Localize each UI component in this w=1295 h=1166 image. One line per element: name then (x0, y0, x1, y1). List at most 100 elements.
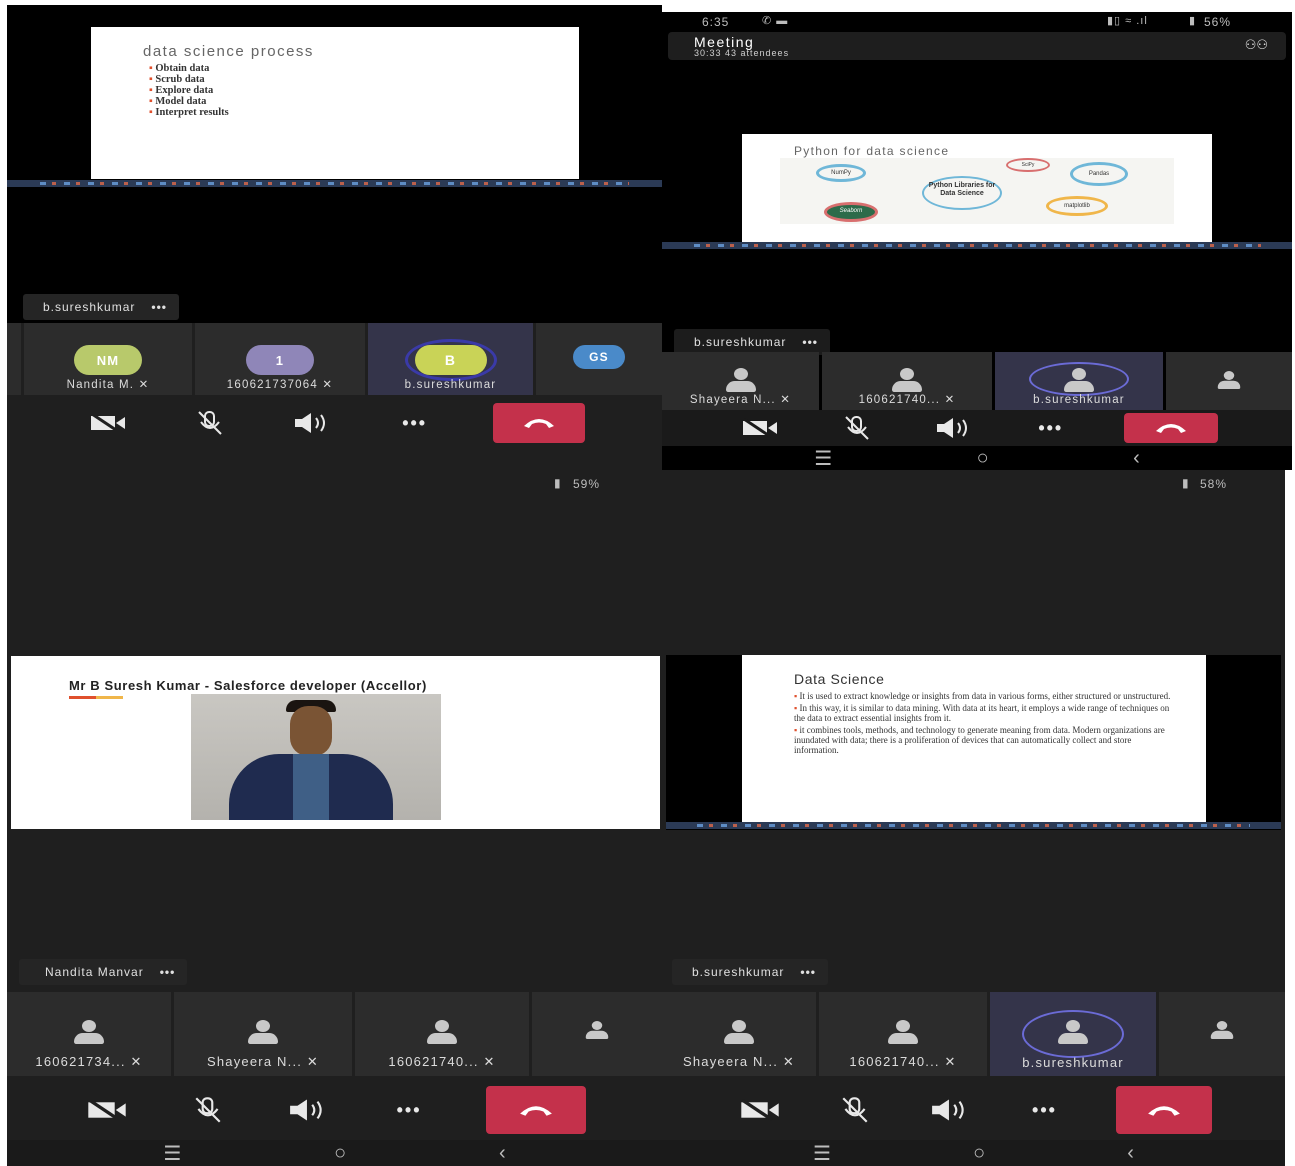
participant-tile[interactable]: 160621740... ✕ (819, 992, 987, 1076)
hangup-button[interactable] (1123, 413, 1218, 443)
back-icon[interactable]: ‹ (499, 1142, 506, 1165)
more-options-icon[interactable]: ••• (160, 965, 176, 979)
meeting-screenshot-2: 6:35 ✆ ▬ ▮▯ ≈ .ıl ▮ 56% Meeting 30:33 43… (662, 12, 1292, 470)
windows-taskbar (666, 822, 1281, 829)
windows-taskbar (7, 180, 662, 187)
mic-off-icon: ✕ (138, 379, 150, 391)
bullet-item: ▪ It is used to extract knowledge or ins… (794, 691, 1171, 701)
lib-node: matplotlib (1046, 196, 1108, 216)
participant-strip: Shayeera N... ✕ 160621740... ✕ b.sureshk… (662, 352, 1292, 410)
home-icon[interactable]: ○ (973, 1142, 985, 1165)
speaker-name-pill[interactable]: b.sureshkumar ••• (672, 959, 828, 985)
hangup-button[interactable] (492, 403, 585, 443)
windows-taskbar (662, 242, 1292, 249)
recents-icon[interactable]: ☰ (163, 1141, 181, 1166)
mic-off-icon[interactable] (184, 1095, 232, 1125)
hangup-button[interactable] (485, 1086, 586, 1134)
speaker-icon[interactable] (930, 413, 978, 443)
more-options-icon[interactable]: ••• (151, 300, 167, 314)
mic-off-icon: ✕ (483, 1054, 496, 1069)
slide-title: Python for data science (794, 144, 950, 158)
call-controls: ••• (662, 1080, 1285, 1140)
speaker-name-pill[interactable]: b.sureshkumar ••• (23, 294, 179, 320)
mic-off-icon: ✕ (130, 1054, 143, 1069)
mic-off-icon: ✕ (782, 1054, 795, 1069)
more-options-icon[interactable]: ••• (802, 335, 818, 349)
shared-screen: data science process ▪ Obtain data ▪ Scr… (7, 5, 662, 187)
person-icon (245, 1020, 281, 1044)
status-time: 6:35 (702, 15, 730, 29)
slide-title: Data Science (794, 671, 885, 687)
battery-icon: ▮ (1182, 476, 1190, 490)
camera-off-icon[interactable] (84, 408, 132, 438)
speaker-name-pill[interactable]: Nandita Manvar ••• (19, 959, 188, 985)
person-icon (584, 1021, 611, 1039)
mic-off-icon[interactable] (186, 408, 234, 438)
participant-tile[interactable]: GS (536, 323, 662, 395)
home-icon[interactable]: ○ (977, 447, 989, 470)
mic-off-icon: ✕ (780, 394, 792, 406)
person-icon (71, 1020, 107, 1044)
person-icon (723, 368, 759, 392)
presentation-slide: data science process ▪ Obtain data ▪ Scr… (91, 27, 579, 179)
participant-tile-active[interactable]: b.sureshkumar (995, 352, 1163, 410)
person-icon (885, 1020, 921, 1044)
more-options-icon[interactable]: ••• (385, 1095, 433, 1125)
participant-tile-active[interactable]: B b.sureshkumar (368, 323, 533, 395)
more-options-icon[interactable]: ••• (800, 965, 816, 979)
participant-name: Shayeera N... ✕ (207, 1054, 319, 1069)
back-icon[interactable]: ‹ (1133, 447, 1140, 470)
hangup-button[interactable] (1115, 1086, 1212, 1134)
speaker-name: b.sureshkumar (692, 965, 785, 979)
speaker-icon[interactable] (926, 1095, 974, 1125)
participant-tile[interactable] (1166, 352, 1292, 410)
participant-tile-active[interactable]: b.sureshkumar (990, 992, 1156, 1076)
call-controls: ••• (7, 401, 662, 445)
avatar: 1 (246, 345, 314, 375)
participant-tile[interactable]: NM Nandita M. ✕ (24, 323, 192, 395)
more-options-icon[interactable]: ••• (1021, 1095, 1069, 1125)
participant-tile[interactable] (1159, 992, 1285, 1076)
home-icon[interactable]: ○ (334, 1142, 346, 1165)
participant-tile[interactable]: Shayeera N... ✕ (662, 992, 816, 1076)
bullet-item: ▪ Explore data (149, 85, 214, 96)
speaker-icon[interactable] (284, 1095, 332, 1125)
battery-icon: ▮ (554, 476, 562, 490)
person-icon (1216, 371, 1243, 389)
participant-tile[interactable]: 1 160621737064 ✕ (195, 323, 365, 395)
android-nav-bar: ☰ ○ ‹ (662, 446, 1292, 470)
participant-tile[interactable]: Shayeera N... ✕ (174, 992, 352, 1076)
back-icon[interactable]: ‹ (1127, 1142, 1134, 1165)
participant-tile[interactable]: 160621740... ✕ (355, 992, 529, 1076)
mic-off-icon[interactable] (833, 413, 881, 443)
camera-off-icon[interactable] (736, 1095, 784, 1125)
more-options-icon[interactable]: ••• (391, 408, 439, 438)
camera-off-icon[interactable] (736, 413, 784, 443)
participant-tile[interactable]: Shayeera N... ✕ (662, 352, 819, 410)
bullet-item: ▪ Obtain data (149, 63, 210, 74)
participant-name: b.sureshkumar (1033, 394, 1125, 406)
participant-strip: Shayeera N... ✕ 160621740... ✕ b.sureshk… (662, 992, 1285, 1076)
participant-tile[interactable]: 160621734... ✕ (7, 992, 171, 1076)
android-nav-bar: ☰ ○ ‹ (7, 1140, 662, 1166)
mic-off-icon: ✕ (306, 1054, 319, 1069)
bullet-item: ▪ In this way, it is similar to data min… (794, 703, 1170, 723)
camera-off-icon[interactable] (83, 1095, 131, 1125)
speaker-icon[interactable] (288, 408, 336, 438)
call-controls: ••• (7, 1080, 662, 1140)
participant-strip: 160621734... ✕ Shayeera N... ✕ 160621740… (7, 992, 662, 1076)
participant-tile[interactable]: 160621740... ✕ (822, 352, 992, 410)
recents-icon[interactable]: ☰ (813, 1141, 831, 1166)
battery-level: 58% (1200, 477, 1228, 491)
mic-off-icon[interactable] (831, 1095, 879, 1125)
participant-tile[interactable] (532, 992, 662, 1076)
android-nav-bar: ☰ ○ ‹ (662, 1140, 1285, 1166)
participant-name: 160621740... ✕ (388, 1054, 496, 1069)
participant-tile[interactable] (7, 323, 21, 395)
meeting-screenshot-1: data science process ▪ Obtain data ▪ Scr… (7, 5, 662, 470)
participants-icon[interactable]: ⚇⚇ (1245, 37, 1268, 53)
more-options-icon[interactable]: ••• (1027, 413, 1075, 443)
person-icon (889, 368, 925, 392)
recents-icon[interactable]: ☰ (814, 446, 832, 471)
presentation-slide: Mr B Suresh Kumar - Salesforce developer… (11, 656, 660, 829)
